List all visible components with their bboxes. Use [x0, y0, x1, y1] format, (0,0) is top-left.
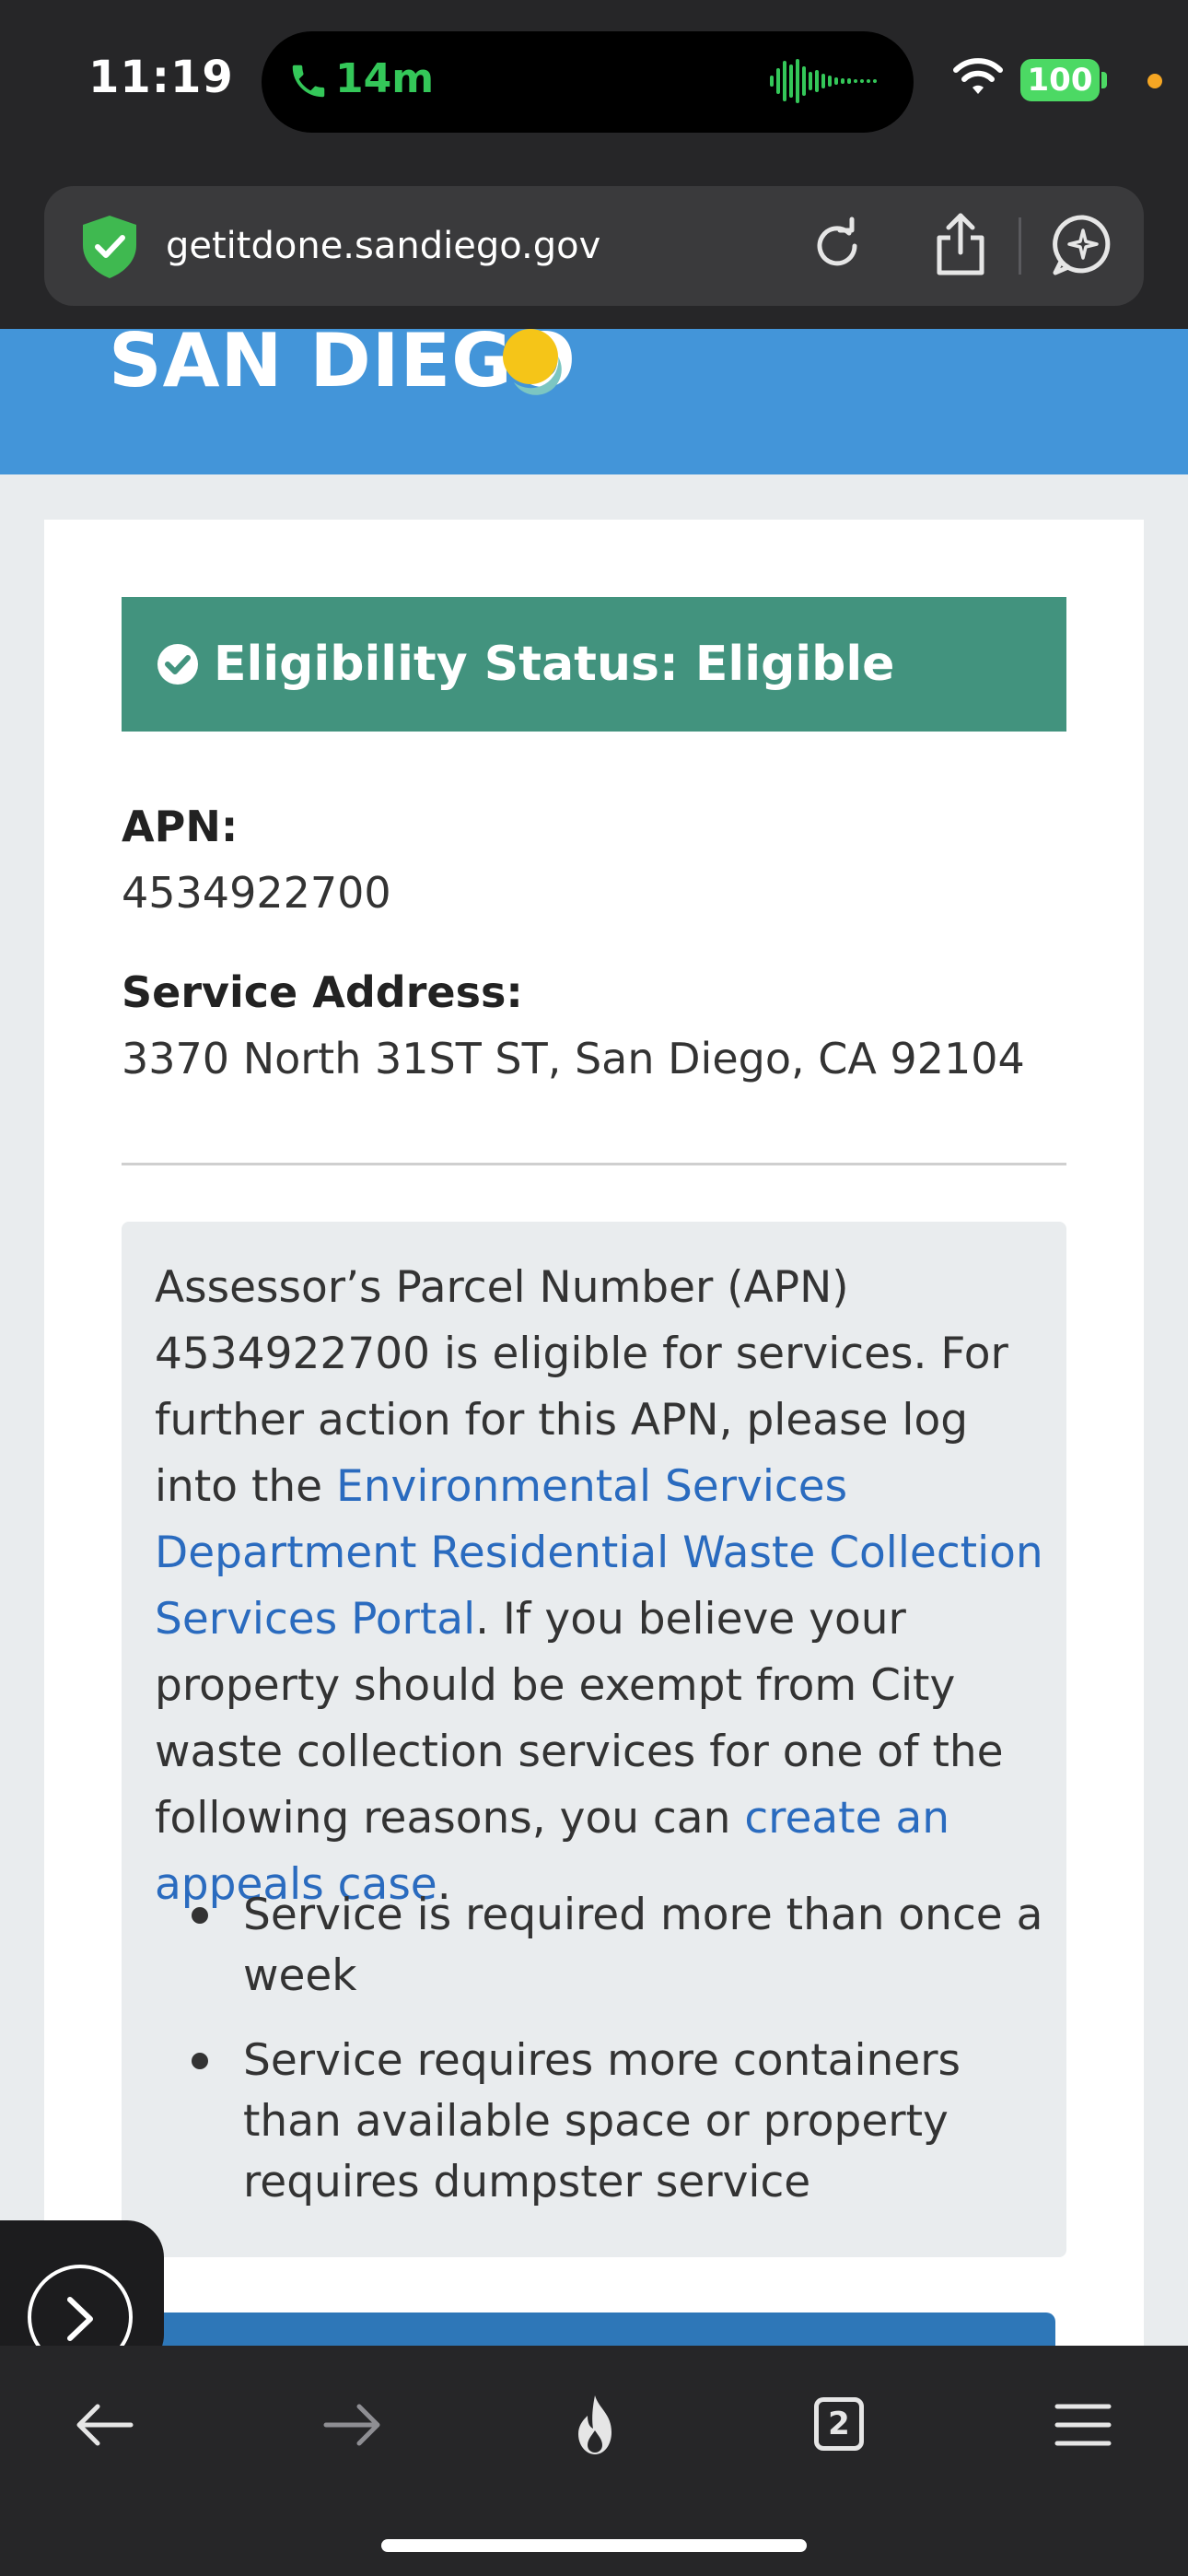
- battery-tip: [1101, 72, 1107, 88]
- apn-value: 4534922700: [122, 868, 391, 918]
- url-text[interactable]: getitdone.sandiego.gov: [166, 225, 600, 267]
- chevron-right-icon: [67, 2297, 93, 2341]
- share-icon[interactable]: [930, 210, 991, 278]
- back-arrow-icon[interactable]: [70, 2390, 140, 2460]
- list-item-text: Service is required more than once a wee…: [243, 1890, 1043, 2001]
- home-indicator[interactable]: [381, 2539, 807, 2552]
- section-divider: [122, 1163, 1066, 1165]
- call-duration: 14m: [335, 55, 435, 102]
- list-item: Service is required more than once a wee…: [155, 1885, 1048, 2007]
- service-address-label: Service Address:: [122, 967, 523, 1017]
- apn-label: APN:: [122, 802, 239, 851]
- tabs-count-button[interactable]: 2: [814, 2397, 864, 2451]
- wifi-icon: [953, 58, 1003, 94]
- forward-arrow-icon[interactable]: [317, 2390, 387, 2460]
- phone-icon: [292, 64, 325, 98]
- shield-check-icon[interactable]: [79, 214, 140, 280]
- eligibility-status-banner: Eligibility Status: Eligible: [122, 597, 1066, 732]
- exemption-reasons-list: Service is required more than once a wee…: [155, 1885, 1048, 2237]
- service-address-value: 3370 North 31ST ST, San Diego, CA 92104: [122, 1034, 1025, 1083]
- list-item: Service requires more containers than av…: [155, 2031, 1048, 2213]
- info-paragraph: Assessor’s Parcel Number (APN) 453492270…: [155, 1255, 1048, 1918]
- status-time: 11:19: [88, 52, 234, 103]
- eligibility-card: Eligibility Status: Eligible APN: 453492…: [44, 520, 1144, 2576]
- info-box: Assessor’s Parcel Number (APN) 453492270…: [122, 1222, 1066, 2257]
- fire-icon[interactable]: [560, 2390, 630, 2460]
- audio-waveform-icon: [770, 59, 877, 103]
- list-item-text: Service requires more containers than av…: [243, 2035, 961, 2207]
- reload-icon[interactable]: [807, 216, 868, 276]
- address-bar-divider: [1019, 217, 1021, 275]
- bullet-dot: [192, 1907, 208, 1924]
- site-header: SAN DIEGO: [0, 329, 1188, 474]
- privacy-indicator-dot: [1147, 74, 1162, 88]
- eligibility-status-text: Eligibility Status: Eligible: [214, 637, 895, 692]
- ai-chat-icon[interactable]: [1050, 212, 1116, 278]
- bullet-dot: [192, 2053, 208, 2069]
- battery-indicator: 100: [1020, 59, 1100, 101]
- city-logo-sun-icon: [503, 329, 562, 395]
- check-circle-icon: [157, 644, 198, 685]
- menu-icon[interactable]: [1048, 2390, 1118, 2460]
